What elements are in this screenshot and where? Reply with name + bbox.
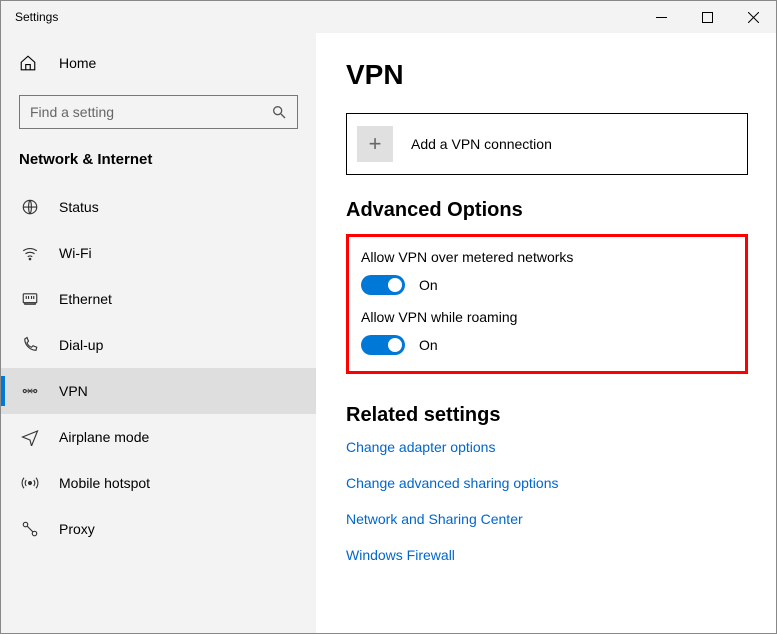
status-icon: [19, 198, 41, 216]
category-heading: Network & Internet: [1, 129, 316, 184]
sidebar-item-label: Dial-up: [59, 337, 103, 353]
home-button[interactable]: Home: [1, 41, 316, 85]
advanced-heading: Advanced Options: [346, 199, 748, 222]
home-label: Home: [59, 55, 96, 71]
toggle-label: Allow VPN over metered networks: [361, 249, 733, 265]
minimize-icon: [656, 17, 667, 18]
sidebar-item-hotspot[interactable]: Mobile hotspot: [1, 460, 316, 506]
sidebar-item-label: Proxy: [59, 521, 95, 537]
highlighted-region: Allow VPN over metered networks On Allow…: [346, 234, 748, 374]
sidebar-item-status[interactable]: Status: [1, 184, 316, 230]
sidebar-item-vpn[interactable]: VPN: [1, 368, 316, 414]
link-network-sharing-center[interactable]: Network and Sharing Center: [346, 511, 748, 527]
search-input[interactable]: [30, 104, 271, 120]
add-vpn-label: Add a VPN connection: [411, 136, 552, 152]
sidebar-item-dialup[interactable]: Dial-up: [1, 322, 316, 368]
sidebar-item-label: Airplane mode: [59, 429, 149, 445]
close-icon: [748, 12, 759, 23]
proxy-icon: [19, 520, 41, 538]
link-adapter-options[interactable]: Change adapter options: [346, 439, 748, 455]
toggle-state: On: [419, 337, 438, 353]
main-content: VPN + Add a VPN connection Advanced Opti…: [316, 33, 776, 633]
home-icon: [19, 54, 41, 72]
sidebar-item-label: Mobile hotspot: [59, 475, 150, 491]
ethernet-icon: [19, 290, 41, 308]
link-advanced-sharing[interactable]: Change advanced sharing options: [346, 475, 748, 491]
sidebar-item-wifi[interactable]: Wi-Fi: [1, 230, 316, 276]
toggle-row-metered: Allow VPN over metered networks On: [361, 249, 733, 295]
maximize-button[interactable]: [684, 1, 730, 33]
sidebar-item-label: Wi-Fi: [59, 245, 92, 261]
window-title: Settings: [1, 10, 58, 24]
related-heading: Related settings: [346, 404, 748, 427]
sidebar: Home Network & Internet Status Wi-Fi: [1, 33, 316, 633]
add-vpn-button[interactable]: + Add a VPN connection: [346, 113, 748, 175]
hotspot-icon: [19, 474, 41, 492]
maximize-icon: [702, 12, 713, 23]
sidebar-item-label: VPN: [59, 383, 88, 399]
close-button[interactable]: [730, 1, 776, 33]
toggle-label: Allow VPN while roaming: [361, 309, 733, 325]
window-buttons: [638, 1, 776, 33]
sidebar-item-label: Ethernet: [59, 291, 112, 307]
toggle-metered[interactable]: [361, 275, 405, 295]
sidebar-item-proxy[interactable]: Proxy: [1, 506, 316, 552]
airplane-icon: [19, 428, 41, 446]
dialup-icon: [19, 336, 41, 354]
search-box[interactable]: [19, 95, 298, 129]
toggle-state: On: [419, 277, 438, 293]
page-title: VPN: [346, 59, 748, 91]
vpn-icon: [19, 382, 41, 400]
toggle-roaming[interactable]: [361, 335, 405, 355]
link-windows-firewall[interactable]: Windows Firewall: [346, 547, 748, 563]
sidebar-item-ethernet[interactable]: Ethernet: [1, 276, 316, 322]
titlebar: Settings: [1, 1, 776, 33]
search-icon: [271, 104, 287, 120]
plus-icon: +: [357, 126, 393, 162]
minimize-button[interactable]: [638, 1, 684, 33]
toggle-row-roaming: Allow VPN while roaming On: [361, 309, 733, 355]
sidebar-item-label: Status: [59, 199, 99, 215]
sidebar-item-airplane[interactable]: Airplane mode: [1, 414, 316, 460]
wifi-icon: [19, 244, 41, 262]
